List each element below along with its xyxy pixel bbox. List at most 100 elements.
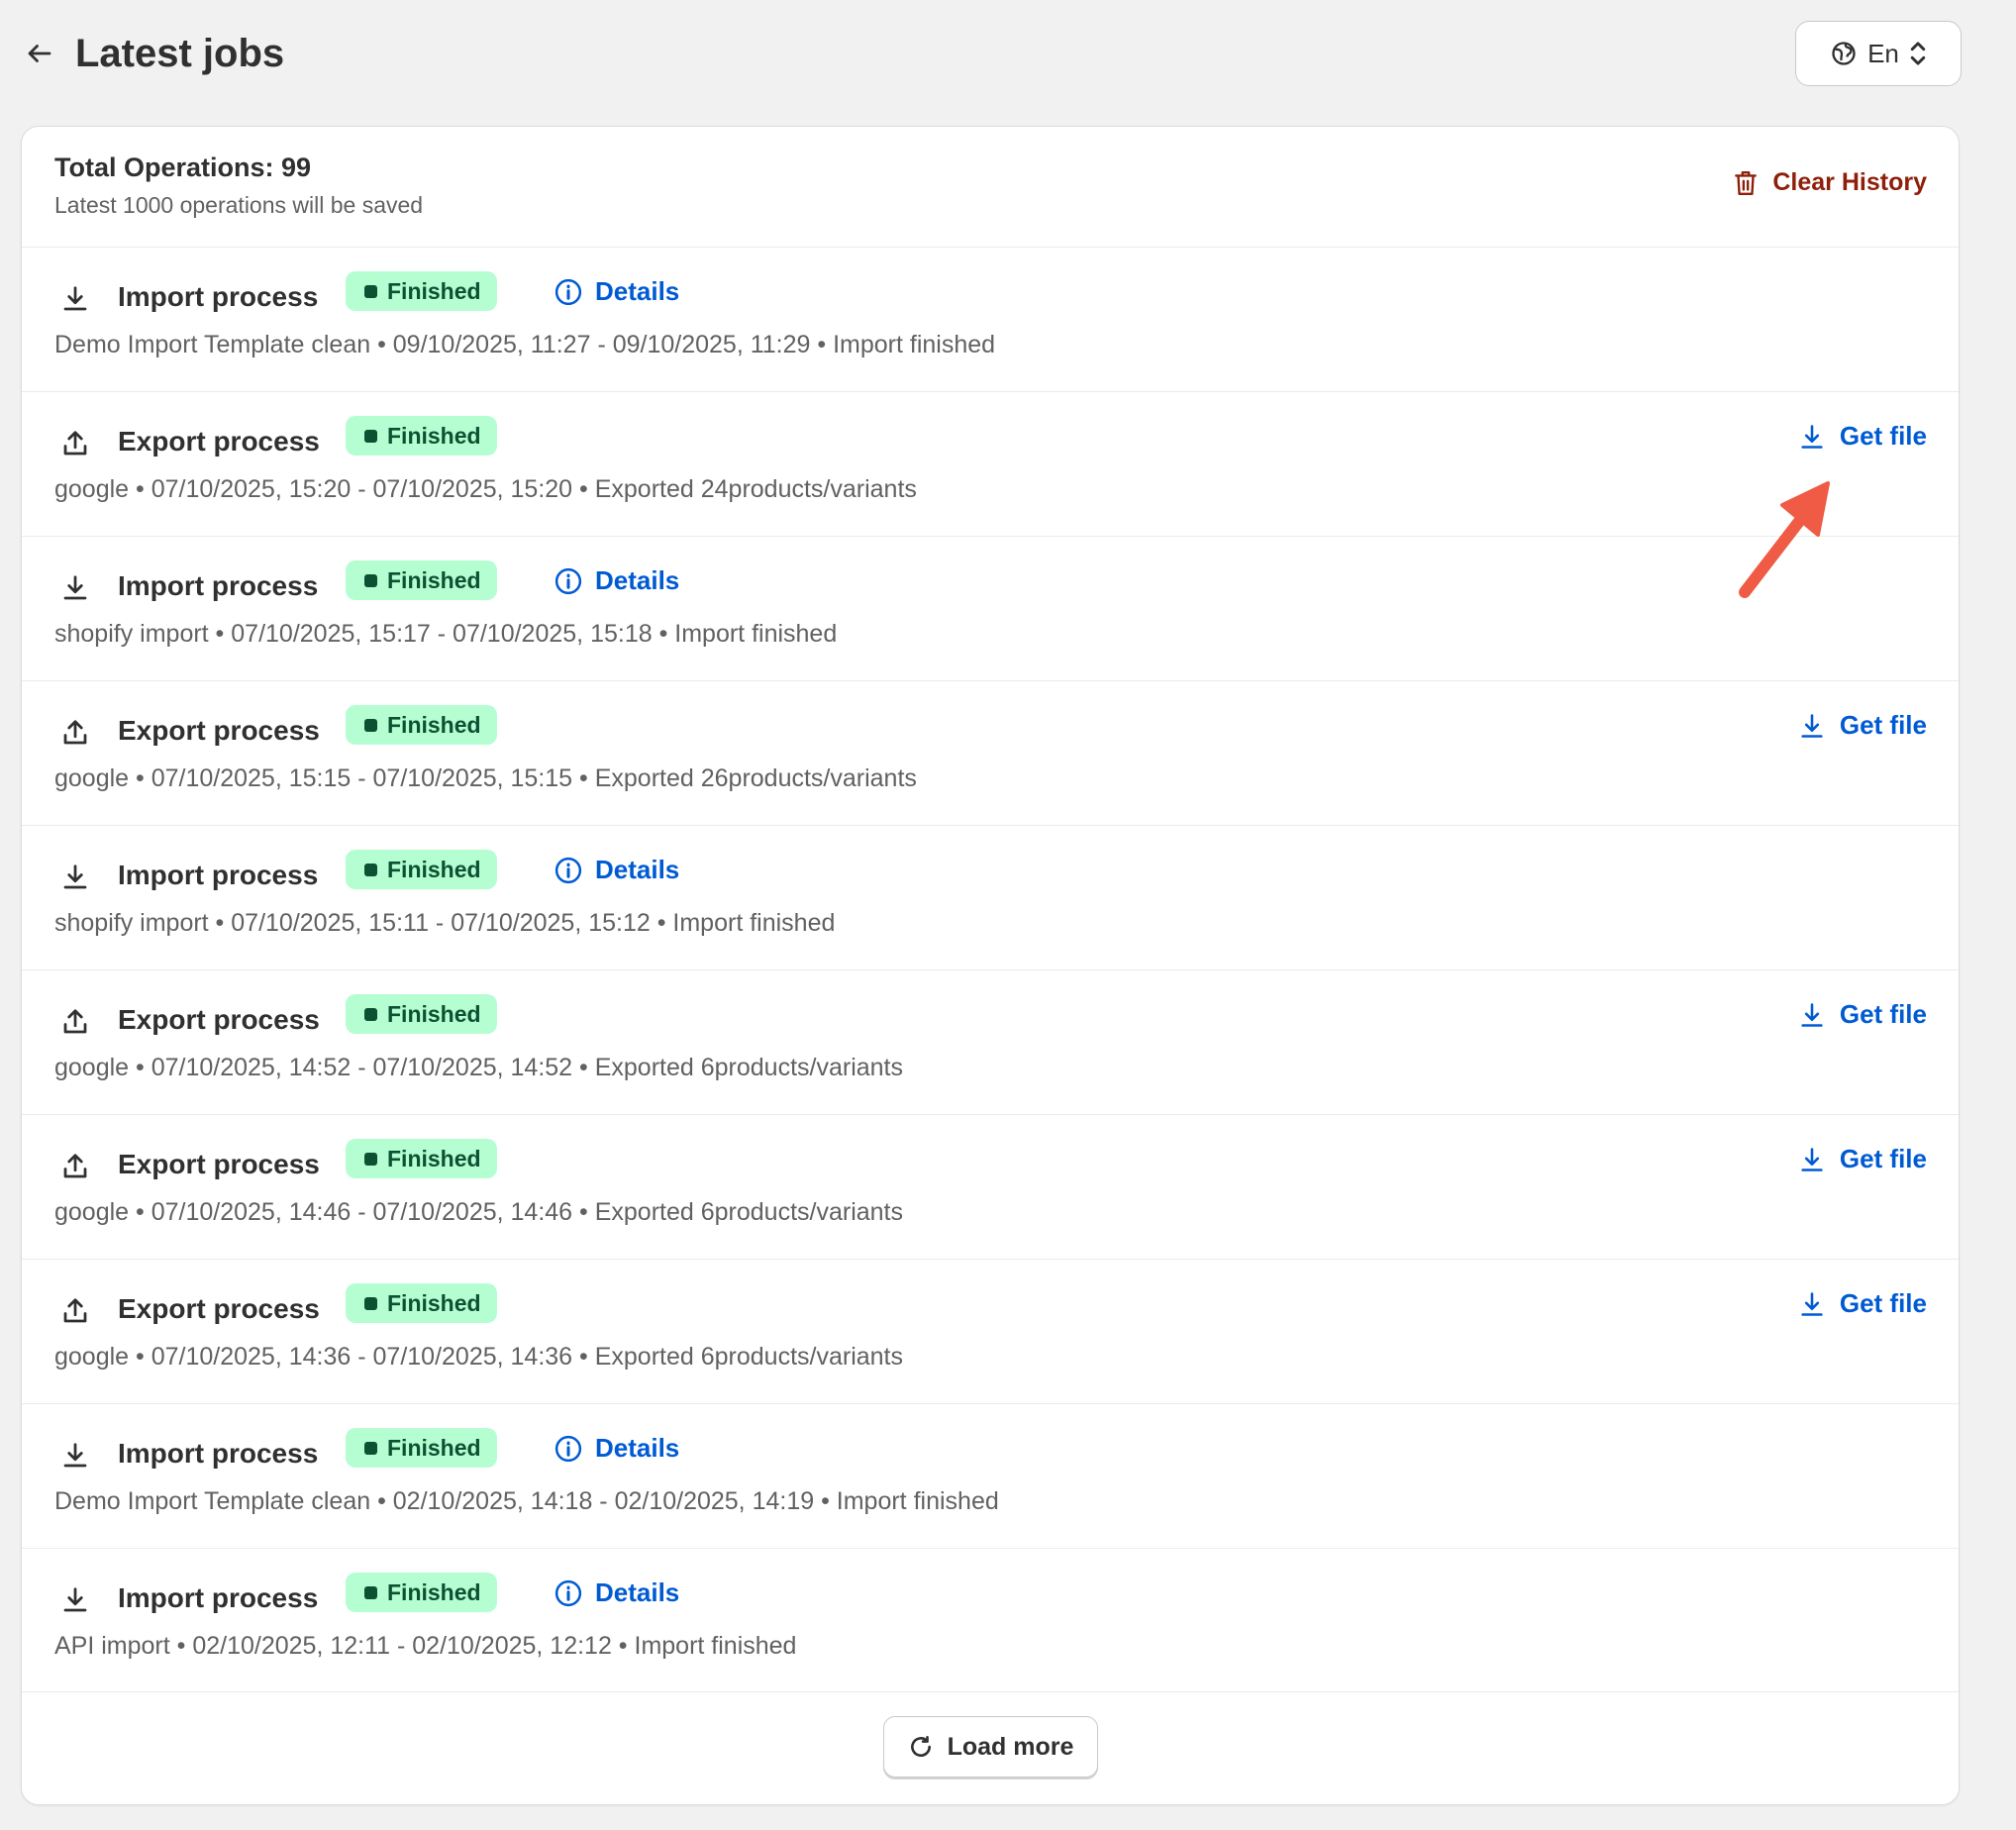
job-type-icon: [55, 1291, 95, 1331]
globe-icon: [1832, 42, 1856, 65]
job-title: Import process: [118, 281, 319, 312]
status-dot: [364, 1586, 377, 1599]
job-meta: google • 07/10/2025, 15:15 - 07/10/2025,…: [54, 764, 917, 792]
action-label: Get file: [1839, 1144, 1927, 1173]
status-label: Finished: [387, 567, 481, 593]
status-dot: [364, 1153, 377, 1166]
details-button[interactable]: Details: [554, 1433, 679, 1464]
job-type-icon: [55, 858, 95, 897]
arrow-left-icon: [28, 45, 51, 62]
job-list: Import process Finished Details Demo Impor…: [22, 248, 1959, 1693]
upload-icon: [63, 1298, 87, 1323]
job-row: Export process Finished Get file google • …: [22, 1260, 1959, 1404]
status-label: Finished: [387, 1290, 481, 1316]
download-icon: [63, 864, 87, 889]
action-label: Get file: [1839, 1288, 1927, 1318]
download-icon: [1801, 424, 1823, 449]
get-file-button[interactable]: Get file: [1798, 1144, 1927, 1174]
status-badge: Finished: [346, 1283, 497, 1323]
job-meta: shopify import • 07/10/2025, 15:11 - 07/…: [54, 909, 836, 937]
status-dot: [364, 430, 377, 443]
job-title: Export process: [118, 1004, 320, 1035]
status-badge: Finished: [346, 271, 497, 311]
status-label: Finished: [387, 1579, 481, 1605]
job-meta: google • 07/10/2025, 14:52 - 07/10/2025,…: [54, 1054, 904, 1081]
download-icon: [1801, 1291, 1823, 1316]
action-label: Details: [595, 855, 680, 884]
job-title: Export process: [118, 715, 320, 746]
job-row: Export process Finished Get file google • …: [22, 970, 1959, 1115]
download-icon: [1801, 1002, 1823, 1027]
info-icon: [554, 1579, 582, 1606]
status-dot: [364, 1442, 377, 1455]
job-meta: API import • 02/10/2025, 12:11 - 02/10/2…: [54, 1632, 797, 1660]
download-icon: [63, 1587, 87, 1612]
upload-icon: [63, 431, 87, 456]
status-badge: Finished: [346, 1428, 497, 1468]
job-type-icon: [55, 279, 95, 319]
status-badge: Finished: [346, 1139, 497, 1178]
info-icon: [554, 278, 582, 305]
action-label: Details: [595, 565, 680, 595]
page-title: Latest jobs: [75, 32, 285, 75]
upload-icon: [63, 1154, 87, 1178]
status-badge: Finished: [346, 850, 497, 889]
action-label: Details: [595, 1433, 680, 1463]
status-badge: Finished: [346, 560, 497, 600]
job-type-icon: [55, 1147, 95, 1186]
details-button[interactable]: Details: [554, 1577, 679, 1608]
get-file-button[interactable]: Get file: [1798, 421, 1927, 452]
chevron-up-down-icon: [1910, 42, 1926, 65]
download-icon: [1801, 713, 1823, 738]
job-row: Export process Finished Get file google • …: [22, 681, 1959, 826]
load-more-button[interactable]: Load more: [883, 1716, 1098, 1778]
action-label: Get file: [1839, 999, 1927, 1029]
clear-history-button[interactable]: Clear History: [1733, 168, 1927, 197]
info-icon: [554, 567, 582, 594]
job-title: Export process: [118, 426, 320, 457]
status-badge: Finished: [346, 1573, 497, 1612]
history-limit-note: Latest 1000 operations will be saved: [54, 192, 424, 218]
jobs-summary: Total Operations: 99 Latest 1000 operati…: [22, 127, 1959, 248]
job-type-icon: [55, 1002, 95, 1042]
download-icon: [63, 286, 87, 311]
action-label: Get file: [1839, 421, 1927, 451]
job-meta: google • 07/10/2025, 14:36 - 07/10/2025,…: [54, 1343, 904, 1371]
get-file-button[interactable]: Get file: [1798, 1288, 1927, 1319]
status-label: Finished: [387, 1435, 481, 1461]
details-button[interactable]: Details: [554, 855, 679, 885]
info-icon: [554, 857, 582, 883]
job-title: Import process: [118, 860, 319, 890]
job-row: Import process Finished Details Demo Impor…: [22, 248, 1959, 392]
job-meta: google • 07/10/2025, 15:20 - 07/10/2025,…: [54, 475, 917, 503]
job-meta: shopify import • 07/10/2025, 15:17 - 07/…: [54, 620, 838, 648]
job-row: Import process Finished Details API import…: [22, 1549, 1959, 1693]
status-dot: [364, 864, 377, 876]
status-badge: Finished: [346, 705, 497, 745]
annotation-arrow: [1739, 481, 1830, 598]
get-file-button[interactable]: Get file: [1798, 710, 1927, 741]
get-file-button[interactable]: Get file: [1798, 999, 1927, 1030]
status-label: Finished: [387, 423, 481, 449]
details-button[interactable]: Details: [554, 565, 679, 596]
page-header: Latest jobs En: [0, 0, 2016, 109]
language-selector[interactable]: En: [1795, 21, 1962, 86]
clear-history-label: Clear History: [1772, 168, 1927, 196]
status-dot: [364, 719, 377, 732]
job-title: Import process: [118, 570, 319, 601]
job-row: Import process Finished Details Demo Impor…: [22, 1404, 1959, 1549]
back-button[interactable]: [18, 32, 61, 75]
status-dot: [364, 574, 377, 587]
action-label: Details: [595, 276, 680, 306]
job-meta: google • 07/10/2025, 14:46 - 07/10/2025,…: [54, 1198, 904, 1226]
job-type-icon: [55, 1580, 95, 1620]
trash-icon: [1735, 170, 1758, 195]
page: Latest jobs En Total Operations: 99 Late…: [0, 0, 2016, 1830]
language-label: En: [1867, 38, 1899, 68]
action-label: Details: [595, 1577, 680, 1607]
job-row: Export process Finished Get file google • …: [22, 392, 1959, 537]
job-row: Import process Finished Details shopify im…: [22, 537, 1959, 681]
details-button[interactable]: Details: [554, 276, 679, 307]
status-dot: [364, 1297, 377, 1310]
upload-icon: [63, 720, 87, 745]
